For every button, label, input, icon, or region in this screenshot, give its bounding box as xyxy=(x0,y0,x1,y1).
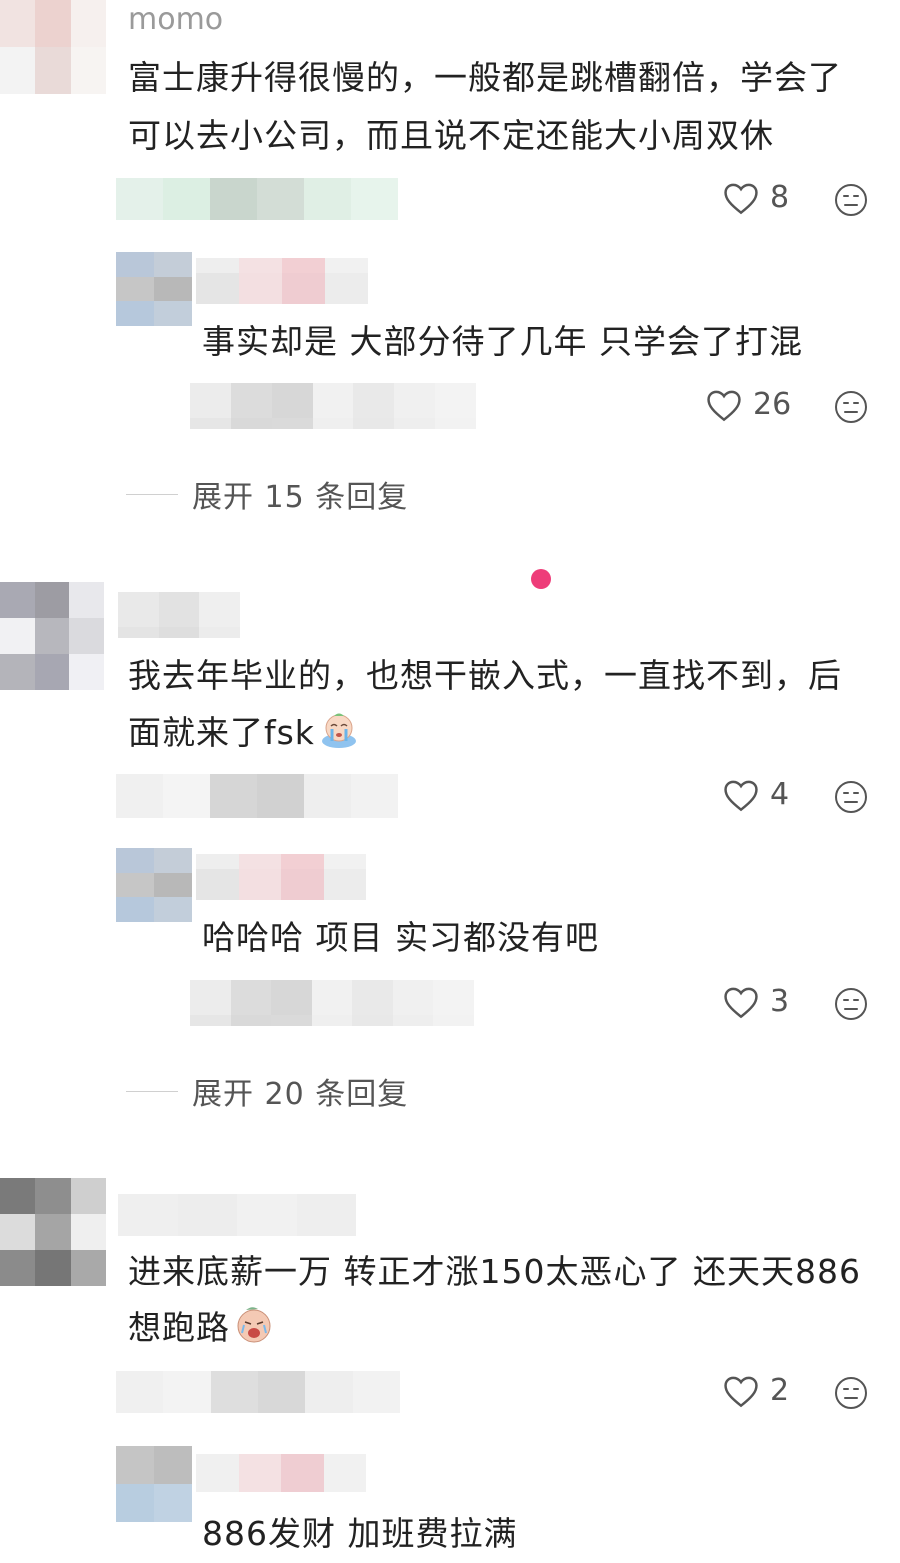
divider-line xyxy=(126,1090,178,1092)
indicator-dot xyxy=(531,569,551,589)
comment-text-line-with-sticker: 面就来了fsk xyxy=(128,704,359,762)
neutral-face-icon[interactable] xyxy=(834,390,868,424)
expand-replies-label: 展开 15 条回复 xyxy=(192,480,409,515)
reply-avatar[interactable] xyxy=(116,1446,192,1522)
crying-sticker xyxy=(237,1307,271,1343)
reply-text: 事实却是 大部分待了几年 只学会了打混 xyxy=(202,322,803,361)
like-button[interactable]: 3 xyxy=(722,984,789,1019)
reply-username-blurred[interactable] xyxy=(196,258,368,304)
heart-outline-icon xyxy=(707,390,741,421)
like-button[interactable]: 2 xyxy=(722,1373,789,1408)
expand-replies-button[interactable]: 展开 15 条回复 xyxy=(126,472,408,516)
like-button[interactable]: 26 xyxy=(705,387,791,422)
username-blurred[interactable] xyxy=(118,1194,356,1236)
reply-meta-blurred xyxy=(190,383,476,429)
username[interactable]: momo xyxy=(128,2,223,37)
expand-replies-button[interactable]: 展开 20 条回复 xyxy=(126,1069,408,1113)
avatar[interactable] xyxy=(0,582,104,690)
neutral-face-icon[interactable] xyxy=(834,183,868,217)
divider-line xyxy=(126,493,178,495)
heart-outline-icon xyxy=(724,1376,758,1407)
comment-text-line: 我去年毕业的，也想干嵌入式，一直找不到，后 xyxy=(128,656,842,695)
avatar[interactable] xyxy=(0,0,106,94)
avatar[interactable] xyxy=(0,1178,106,1286)
reply-username-blurred[interactable] xyxy=(196,854,366,900)
comment-meta-blurred xyxy=(116,178,398,220)
crying-sticker xyxy=(321,713,356,748)
reply-meta-blurred xyxy=(190,980,474,1026)
like-count: 2 xyxy=(770,1373,790,1408)
reply-avatar[interactable] xyxy=(116,252,192,326)
like-count: 8 xyxy=(770,180,790,215)
expand-replies-label: 展开 20 条回复 xyxy=(192,1077,409,1112)
reply-text: 哈哈哈 项目 实习都没有吧 xyxy=(202,918,599,957)
comment-meta-blurred xyxy=(116,1371,400,1413)
comment-text-line: 可以去小公司，而且说不定还能大小周双休 xyxy=(128,116,774,155)
heart-outline-icon xyxy=(724,183,758,214)
like-count: 4 xyxy=(770,777,790,812)
username-blurred[interactable] xyxy=(118,592,240,638)
neutral-face-icon[interactable] xyxy=(834,1376,868,1410)
like-button[interactable]: 4 xyxy=(722,777,789,812)
comment-text-line: 富士康升得很慢的，一般都是跳槽翻倍，学会了 xyxy=(128,58,842,97)
comment-text-line: 想跑路 xyxy=(128,1308,230,1347)
like-count: 3 xyxy=(770,984,790,1019)
like-count: 26 xyxy=(753,387,792,422)
like-button[interactable]: 8 xyxy=(722,180,789,215)
comment-text-line: 面就来了fsk xyxy=(128,713,315,752)
heart-outline-icon xyxy=(724,780,758,811)
neutral-face-icon[interactable] xyxy=(834,780,868,814)
reply-avatar[interactable] xyxy=(116,848,192,922)
reply-text: 886发财 加班费拉满 xyxy=(202,1514,518,1553)
reply-username-blurred[interactable] xyxy=(196,1454,366,1492)
heart-outline-icon xyxy=(724,987,758,1018)
comment-meta-blurred xyxy=(116,774,398,818)
neutral-face-icon[interactable] xyxy=(834,987,868,1021)
comment-text-line: 进来底薪一万 转正才涨150太恶心了 还天天886 xyxy=(128,1252,861,1291)
comment-text-line-with-sticker: 想跑路 xyxy=(128,1299,274,1357)
